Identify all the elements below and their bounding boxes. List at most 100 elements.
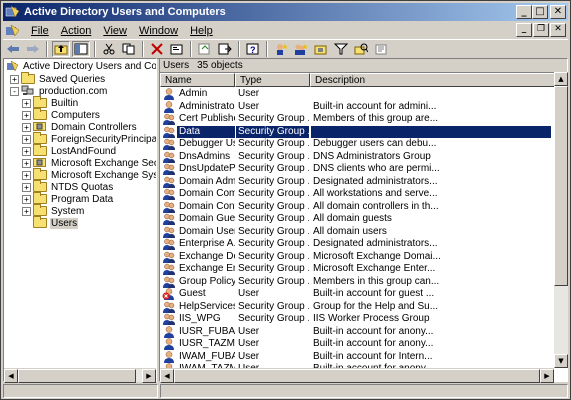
new-user-icon[interactable] — [272, 41, 290, 57]
up-folder-icon[interactable] — [52, 41, 70, 57]
aduc-app-icon — [5, 5, 21, 19]
menu-window[interactable]: Window — [133, 25, 184, 37]
back-icon[interactable] — [4, 41, 22, 57]
expand-icon[interactable]: + — [22, 182, 31, 192]
tree-pane[interactable]: Active Directory Users and Computer + Sav… — [3, 58, 157, 382]
cell-name: Debugger Us... — [179, 138, 235, 149]
table-row[interactable]: Exchange En...Security Group ... Microsof… — [160, 263, 567, 275]
table-row[interactable]: Guest User Built-in account for guest ... — [160, 288, 567, 300]
delete-icon[interactable] — [148, 41, 166, 57]
table-row[interactable]: Exchange Do...Security Group ... Microsof… — [160, 251, 567, 263]
mdi-minimize-button[interactable]: _ — [516, 23, 532, 37]
show-hide-tree-icon[interactable] — [72, 41, 90, 57]
table-row[interactable]: HelpServices...Security Group ... Group f… — [160, 301, 567, 313]
table-row[interactable]: Domain UsersSecurity Group ... All domain… — [160, 226, 567, 238]
table-row[interactable]: Data Security Group ... — [160, 125, 567, 138]
table-row[interactable]: Debugger Us...Security Group ... Debugger… — [160, 138, 567, 150]
list-horizontal-scrollbar[interactable]: ◀ ▶ — [160, 368, 554, 383]
new-ou-icon[interactable] — [312, 41, 330, 57]
table-row[interactable]: Domain Com...Security Group ... All works… — [160, 188, 567, 200]
find-icon[interactable] — [352, 41, 370, 57]
column-header-description[interactable]: Description — [310, 73, 567, 87]
close-button[interactable]: ✕ — [550, 5, 566, 19]
refresh-icon[interactable] — [196, 41, 214, 57]
cell-description: All workstations and serve... — [313, 188, 438, 199]
scroll-left-button[interactable]: ◀ — [160, 369, 174, 383]
menu-file[interactable]: File — [25, 25, 55, 37]
scroll-thumb[interactable] — [174, 369, 540, 383]
expand-icon[interactable]: + — [10, 74, 19, 84]
tree-root[interactable]: Active Directory Users and Computer — [6, 60, 156, 72]
table-row[interactable]: Administrator User Built-in account for ad… — [160, 100, 567, 113]
cell-description — [311, 88, 551, 100]
table-row[interactable]: Admin User — [160, 88, 567, 100]
table-row[interactable]: IIS_WPG Security Group ... IIS Worker Proc… — [160, 313, 567, 325]
copy-icon[interactable] — [120, 41, 138, 57]
scroll-thumb[interactable] — [18, 369, 136, 383]
tree-node-label: ForeignSecurityPrincipals — [51, 133, 157, 145]
scroll-up-button[interactable]: ▲ — [554, 72, 568, 86]
expand-icon[interactable]: + — [22, 146, 31, 156]
tree-node[interactable]: Users — [22, 216, 79, 229]
tree-node[interactable]: + Microsoft Exchange Security — [22, 157, 156, 169]
menu-action[interactable]: Action — [55, 25, 98, 37]
list-pane[interactable]: Users 35 objects Name Type Description A… — [159, 58, 568, 382]
expand-icon[interactable]: + — [22, 98, 31, 108]
cut-icon[interactable] — [100, 41, 118, 57]
expand-icon[interactable]: + — [22, 122, 31, 132]
cell-name: Data — [177, 125, 235, 138]
list-vertical-scrollbar[interactable]: ▲ ▼ — [554, 72, 568, 368]
table-row[interactable]: Enterprise A...Security Group ... Designa… — [160, 238, 567, 250]
table-row[interactable]: IUSR_FUBARUser Built-in account for anony… — [160, 325, 567, 338]
tree-node[interactable]: + Builtin — [22, 96, 79, 109]
mdi-child-icon[interactable] — [5, 23, 21, 38]
expand-icon[interactable]: + — [22, 158, 31, 168]
tree-node[interactable]: + System — [22, 204, 85, 217]
expand-icon[interactable]: + — [22, 170, 31, 180]
mdi-restore-button[interactable]: ❐ — [533, 23, 549, 37]
expand-icon[interactable]: + — [22, 110, 31, 120]
expand-icon[interactable]: + — [22, 206, 31, 216]
forward-icon[interactable] — [24, 41, 42, 57]
tree-node[interactable]: + ForeignSecurityPrincipals — [22, 132, 157, 145]
folder-icon — [33, 144, 47, 156]
mdi-close-button[interactable]: ✕ — [550, 23, 566, 37]
scroll-left-button[interactable]: ◀ — [4, 369, 18, 383]
table-row[interactable]: Cert PublishersSecurity Group ... Members… — [160, 113, 567, 125]
collapse-icon[interactable]: - — [10, 86, 19, 96]
title-bar[interactable]: Active Directory Users and Computers _ □… — [3, 3, 568, 21]
menu-view[interactable]: View — [97, 25, 133, 37]
table-row[interactable]: IWAM_FUBARUser Built-in account for Inter… — [160, 351, 567, 363]
tree-node[interactable]: + Microsoft Exchange System C — [22, 168, 156, 181]
user-icon — [162, 325, 176, 338]
table-row[interactable]: DnsUpdatePr...Security Group ... DNS clie… — [160, 163, 567, 175]
cell-description: DNS clients who are permi... — [313, 163, 440, 174]
table-row[interactable]: Domain AdminsSecurity Group ... Designate… — [160, 176, 567, 188]
table-row[interactable]: Group Policy ...Security Group ... Member… — [160, 276, 567, 288]
table-row[interactable]: Domain GuestsSecurity Group ... All domai… — [160, 213, 567, 225]
properties-icon[interactable] — [168, 41, 186, 57]
tree-node[interactable]: - production.com — [10, 85, 108, 97]
add-to-group-icon[interactable] — [372, 41, 390, 57]
expand-icon[interactable]: + — [22, 194, 31, 204]
help-icon[interactable]: ? — [244, 41, 262, 57]
menu-help[interactable]: Help — [184, 25, 219, 37]
export-icon[interactable] — [216, 41, 234, 57]
table-row[interactable]: DnsAdmins Security Group ... DNS Administr… — [160, 151, 567, 163]
scroll-right-button[interactable]: ▶ — [142, 369, 156, 383]
scroll-down-button[interactable]: ▼ — [554, 354, 568, 368]
new-group-icon[interactable] — [292, 41, 310, 57]
maximize-button[interactable]: □ — [532, 5, 548, 19]
expand-icon[interactable]: + — [22, 134, 31, 144]
filter-icon[interactable] — [332, 41, 350, 57]
scroll-thumb[interactable] — [554, 86, 568, 286]
table-row[interactable]: IUSR_TAZMA...User Built-in account for an… — [160, 338, 567, 350]
table-row[interactable]: Domain Cont...Security Group ... All doma… — [160, 201, 567, 213]
minimize-button[interactable]: _ — [516, 5, 532, 19]
column-header-type[interactable]: Type — [235, 73, 310, 87]
scroll-right-button[interactable]: ▶ — [540, 369, 554, 383]
column-header-name[interactable]: Name — [160, 73, 235, 87]
tree-node-label: Builtin — [51, 97, 79, 109]
tree-horizontal-scrollbar[interactable]: ◀ ▶ — [4, 368, 156, 383]
cell-description: Built-in account for admini... — [313, 100, 437, 112]
